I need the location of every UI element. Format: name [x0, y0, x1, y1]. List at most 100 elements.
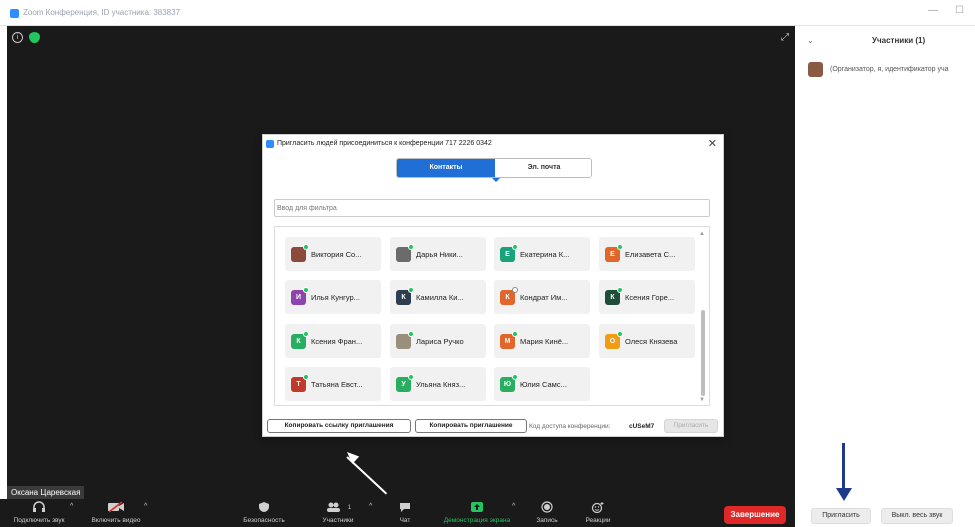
scroll-up-arrow-icon[interactable]: ▲	[699, 231, 705, 237]
contact-card[interactable]: Т Татьяна Евст...	[285, 367, 381, 401]
info-icon[interactable]: i	[12, 32, 23, 43]
invite-tabs: Контакты Эл. почта	[396, 158, 592, 178]
contact-avatar: К	[291, 331, 309, 349]
contact-card[interactable]: Е Елизавета С...	[599, 237, 695, 271]
participant-row[interactable]: (Организатор, я, идентификатор уча	[808, 62, 975, 78]
record-icon	[530, 501, 564, 515]
tab-email[interactable]: Эл. почта	[495, 159, 591, 177]
minimize-button[interactable]: —	[928, 5, 938, 16]
presence-status-icon	[408, 374, 414, 380]
video-off-icon	[84, 501, 148, 515]
maximize-button[interactable]: ☐	[955, 5, 964, 16]
mute-all-button[interactable]: Выкл. весь звук	[881, 508, 953, 524]
audio-button[interactable]: Подключить звук ^	[4, 501, 74, 524]
video-button[interactable]: Включить видео ^	[84, 501, 148, 524]
presence-status-icon	[617, 331, 623, 337]
end-meeting-button[interactable]: Завершение	[724, 506, 786, 524]
record-button[interactable]: Запись	[530, 501, 564, 524]
video-button-label: Включить видео	[91, 517, 141, 524]
participants-button-label: Участники	[322, 517, 354, 524]
security-button-label: Безопасность	[243, 517, 285, 524]
contact-name: Юлия Самс...	[520, 380, 567, 389]
participants-icon: 1	[313, 501, 363, 515]
contact-avatar: Ю	[500, 374, 518, 392]
participants-caret-icon[interactable]: ^	[369, 503, 372, 510]
share-screen-button[interactable]: Демонстрация экрана ^	[432, 501, 522, 524]
access-code-label: Код доступа конференции:	[529, 423, 611, 430]
audio-caret-icon[interactable]: ^	[70, 503, 73, 510]
shield-icon	[238, 501, 290, 515]
contact-avatar: Е	[500, 244, 518, 262]
contact-name: Екатерина К...	[520, 250, 570, 259]
invite-button[interactable]: Пригласить	[811, 508, 871, 524]
annotation-arrow-down	[842, 443, 845, 493]
contact-card[interactable]: К Ксения Фран...	[285, 324, 381, 358]
meeting-status-icons: i	[12, 32, 40, 43]
presence-status-icon	[512, 287, 518, 293]
shield-icon[interactable]	[29, 32, 40, 43]
participants-button[interactable]: 1 Участники ^	[313, 501, 372, 524]
contact-name: Ксения Горе...	[625, 293, 675, 302]
filter-input[interactable]	[277, 202, 707, 214]
collapse-chevron-icon[interactable]: ⌄	[807, 36, 814, 45]
video-caret-icon[interactable]: ^	[144, 503, 147, 510]
reactions-button[interactable]: Реакции	[580, 501, 616, 524]
contact-card[interactable]: Лариса Ручко	[390, 324, 486, 358]
close-icon[interactable]: ✕	[708, 137, 717, 150]
filter-field[interactable]	[274, 199, 710, 217]
participant-name-tag: Оксана Царевская	[7, 486, 85, 499]
contact-card[interactable]: У Ульяна Княз...	[390, 367, 486, 401]
security-button[interactable]: Безопасность	[238, 501, 290, 524]
presence-status-icon	[303, 374, 309, 380]
contact-card[interactable]: К Ксения Горе...	[599, 280, 695, 314]
smiley-plus-icon	[580, 501, 616, 515]
participants-panel: ⌄ Участники (1) (Организатор, я, идентиф…	[795, 26, 975, 527]
participants-count: 1	[347, 505, 352, 511]
contact-card[interactable]: К Камилла Ки...	[390, 280, 486, 314]
meeting-toolbar: Подключить звук ^ Включить видео ^ Безоп…	[0, 499, 795, 527]
window-title: Zoom Конференция, ID участника: 383837	[23, 8, 181, 17]
presence-status-icon	[303, 331, 309, 337]
active-tab-indicator	[492, 178, 500, 182]
contact-card[interactable]: О Олеся Князева	[599, 324, 695, 358]
audio-button-label: Подключить звук	[13, 517, 65, 524]
contact-card[interactable]: И Илья Кунгур...	[285, 280, 381, 314]
contact-avatar	[396, 331, 414, 349]
contact-card[interactable]: Виктория Со...	[285, 237, 381, 271]
presence-status-icon	[303, 287, 309, 293]
scrollbar[interactable]	[701, 310, 705, 396]
copy-invite-link-button[interactable]: Копировать ссылку приглашения	[267, 419, 411, 433]
tab-contacts[interactable]: Контакты	[397, 159, 495, 177]
contact-name: Ульяна Княз...	[416, 380, 466, 389]
contact-name: Лариса Ручко	[416, 337, 464, 346]
dialog-title: Пригласить людей присоединиться к конфер…	[277, 140, 492, 147]
contact-name: Кондрат Им...	[520, 293, 568, 302]
chat-button[interactable]: Чат	[393, 501, 417, 524]
contact-avatar: У	[396, 374, 414, 392]
dialog-titlebar: Пригласить людей присоединиться к конфер…	[263, 135, 723, 153]
access-code-value: cUSeM7	[629, 423, 655, 430]
dialog-invite-button[interactable]: Пригласить	[664, 419, 718, 433]
contact-avatar: К	[605, 287, 623, 305]
contact-card[interactable]: М Мария Кинё...	[494, 324, 590, 358]
contact-card[interactable]: К Кондрат Им...	[494, 280, 590, 314]
panel-title: Участники (1)	[872, 36, 926, 45]
copy-invitation-button[interactable]: Копировать приглашение	[415, 419, 527, 433]
contact-card[interactable]: Дарья Ники...	[390, 237, 486, 271]
contact-name: Ксения Фран...	[311, 337, 363, 346]
dialog-footer: Копировать ссылку приглашения Копировать…	[263, 417, 723, 437]
contact-avatar: К	[396, 287, 414, 305]
annotation-arrow-down-head	[836, 488, 852, 501]
contact-name: Мария Кинё...	[520, 337, 569, 346]
contact-card[interactable]: Ю Юлия Самс...	[494, 367, 590, 401]
share-screen-label: Демонстрация экрана	[443, 517, 511, 524]
presence-status-icon	[512, 331, 518, 337]
contacts-grid: ▲ ▼ Виктория Со... Дарья Ники... Е Екатерин…	[274, 226, 710, 406]
avatar	[808, 62, 823, 77]
expand-icon[interactable]: ⤢	[781, 32, 789, 43]
contact-card[interactable]: Е Екатерина К...	[494, 237, 590, 271]
scroll-down-arrow-icon[interactable]: ▼	[699, 397, 705, 403]
headphones-icon	[4, 501, 74, 515]
presence-status-icon	[617, 287, 623, 293]
share-caret-icon[interactable]: ^	[512, 503, 515, 510]
